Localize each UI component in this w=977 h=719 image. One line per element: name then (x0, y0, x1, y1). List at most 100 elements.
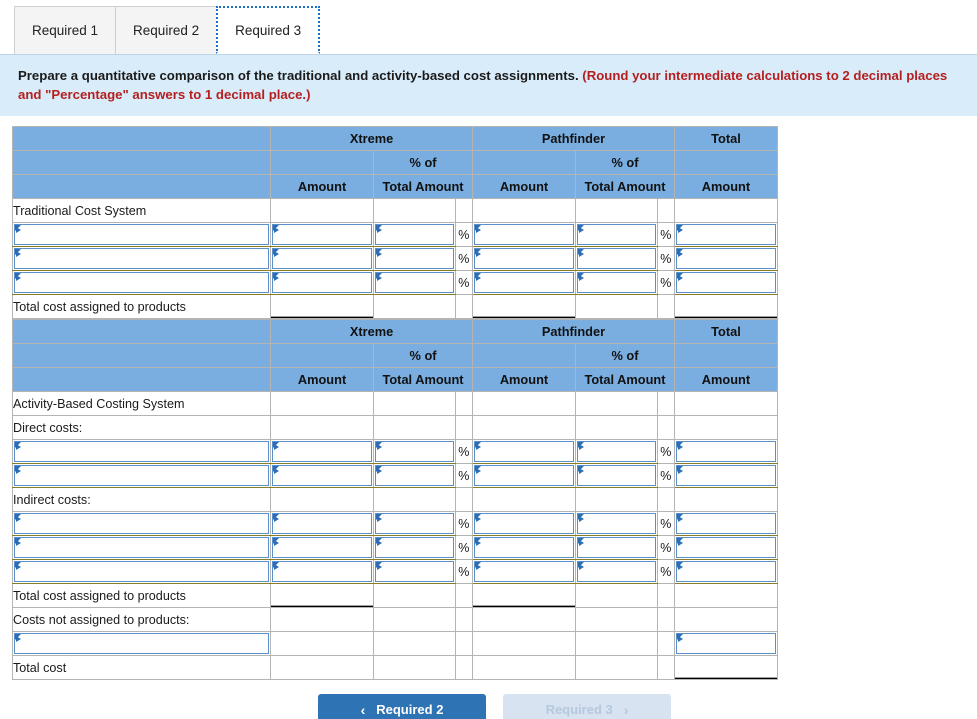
xtreme-percent-input[interactable] (375, 537, 454, 559)
xtreme-percent-input[interactable] (375, 465, 454, 487)
cell-pathfinder-percent (575, 246, 658, 272)
cell-xtreme-amount (270, 270, 375, 296)
row-label-traditional-cost-system: Traditional Cost System (11, 198, 272, 224)
next-button-label: Required 3 (545, 702, 613, 718)
table-header-row-amount: Amount Total Amount Amount Total Amount … (11, 174, 779, 200)
cell-total-amount (673, 270, 779, 296)
total-amount-input[interactable] (675, 441, 776, 463)
table-row: % % (11, 246, 779, 272)
pathfinder-percent-input[interactable] (577, 561, 656, 583)
pathfinder-percent-input[interactable] (577, 272, 656, 294)
tab-required-3[interactable]: Required 3 (216, 6, 321, 54)
tab-required-1[interactable]: Required 1 (14, 6, 117, 54)
percent-symbol: % (454, 511, 473, 537)
previous-required-button[interactable]: ‹ Required 2 (318, 694, 486, 719)
header-pct-of-pathfinder: % of (575, 150, 675, 176)
cell-empty (575, 487, 658, 513)
cell-empty (471, 607, 577, 633)
account-name-input[interactable] (14, 272, 270, 294)
cell-empty (373, 294, 456, 320)
total-amount-input[interactable] (675, 248, 776, 270)
header-xtreme-amount: Amount (270, 174, 375, 200)
table-row: % % (11, 439, 779, 465)
next-required-button[interactable]: Required 3 › (503, 694, 671, 719)
pathfinder-amount-input[interactable] (473, 441, 574, 463)
cell-empty (373, 607, 456, 633)
pathfinder-percent-input[interactable] (577, 248, 656, 270)
worksheet-area: Xtreme Pathfinder Total % of % of Amount… (0, 116, 977, 719)
pathfinder-amount-input[interactable] (473, 224, 574, 246)
pathfinder-amount-input[interactable] (473, 513, 574, 535)
tab-required-2[interactable]: Required 2 (115, 6, 218, 54)
cell-empty (575, 198, 658, 224)
pathfinder-percent-input[interactable] (577, 441, 656, 463)
xtreme-amount-input[interactable] (272, 561, 373, 583)
account-name-input[interactable] (14, 441, 270, 463)
header-xtreme-total-amount: Total Amount (373, 174, 473, 200)
pathfinder-percent-input[interactable] (577, 224, 656, 246)
pathfinder-percent-input[interactable] (577, 537, 656, 559)
cell-empty (454, 391, 473, 417)
tab-label: Required 3 (235, 22, 302, 38)
table-row: Direct costs: (11, 415, 779, 441)
xtreme-percent-input[interactable] (375, 248, 454, 270)
cell-empty (454, 607, 473, 633)
tab-label: Required 2 (133, 23, 200, 38)
total-amount-input[interactable] (675, 537, 776, 559)
xtreme-amount-input[interactable] (272, 537, 373, 559)
xtreme-amount-input[interactable] (272, 441, 373, 463)
xtreme-percent-input[interactable] (375, 224, 454, 246)
account-name-input[interactable] (14, 248, 270, 270)
cell-grand-total (673, 583, 779, 609)
table-row: % % (11, 511, 779, 537)
cell-account-name (11, 222, 272, 248)
cell-empty (673, 487, 779, 513)
cell-pathfinder-percent (575, 270, 658, 296)
pathfinder-percent-input[interactable] (577, 513, 656, 535)
xtreme-amount-input[interactable] (272, 224, 373, 246)
xtreme-amount-input[interactable] (272, 465, 373, 487)
total-amount-input[interactable] (675, 561, 776, 583)
total-amount-input[interactable] (675, 633, 776, 655)
total-amount-input[interactable] (675, 224, 776, 246)
cell-pathfinder-amount (471, 463, 577, 489)
percent-symbol: % (656, 439, 675, 465)
percent-symbol: % (656, 222, 675, 248)
cell-account-name (11, 535, 272, 561)
cell-empty (454, 487, 473, 513)
xtreme-percent-input[interactable] (375, 561, 454, 583)
pathfinder-amount-input[interactable] (473, 272, 574, 294)
pathfinder-percent-input[interactable] (577, 465, 656, 487)
header-pct-of-pathfinder: % of (575, 343, 675, 369)
account-name-input[interactable] (14, 465, 270, 487)
total-amount-input[interactable] (675, 513, 776, 535)
header-blank (11, 174, 272, 200)
header-total: Total (673, 126, 779, 152)
pathfinder-amount-input[interactable] (473, 561, 574, 583)
pathfinder-amount-input[interactable] (473, 248, 574, 270)
xtreme-percent-input[interactable] (375, 513, 454, 535)
cell-xtreme-percent (373, 559, 456, 585)
account-name-input[interactable] (14, 537, 270, 559)
xtreme-amount-input[interactable] (272, 248, 373, 270)
total-amount-input[interactable] (675, 465, 776, 487)
pathfinder-amount-input[interactable] (473, 465, 574, 487)
cell-empty (454, 583, 473, 609)
xtreme-amount-input[interactable] (272, 272, 373, 294)
xtreme-percent-input[interactable] (375, 441, 454, 463)
pathfinder-amount-input[interactable] (473, 537, 574, 559)
cell-pathfinder-percent (575, 439, 658, 465)
account-name-input[interactable] (14, 224, 270, 246)
account-name-input[interactable] (14, 561, 270, 583)
xtreme-amount-input[interactable] (272, 513, 373, 535)
header-xtreme: Xtreme (270, 126, 473, 152)
account-name-input[interactable] (14, 633, 270, 655)
cell-empty (575, 391, 658, 417)
account-name-input[interactable] (14, 513, 270, 535)
header-blank (11, 150, 272, 176)
activity-based-costing-table: Xtreme Pathfinder Total % of % of Amount… (11, 319, 779, 681)
cell-account-name (11, 631, 272, 657)
xtreme-percent-input[interactable] (375, 272, 454, 294)
cell-empty (656, 655, 675, 681)
total-amount-input[interactable] (675, 272, 776, 294)
